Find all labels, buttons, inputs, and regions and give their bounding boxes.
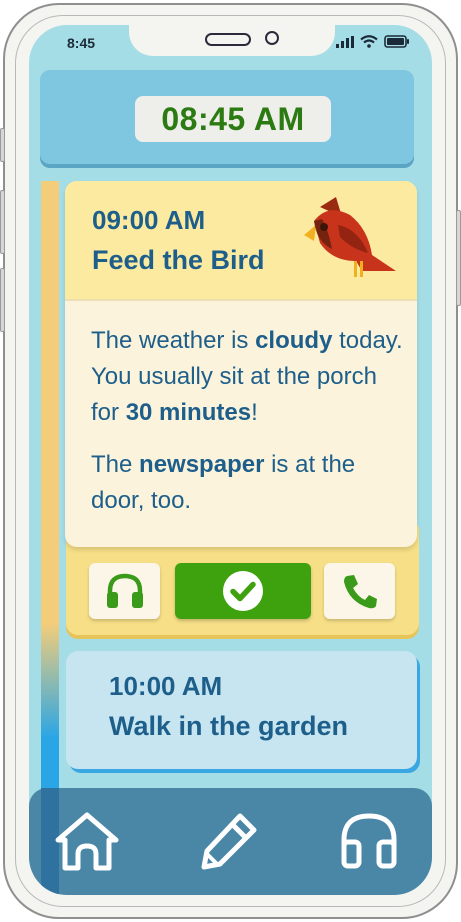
speaker-grille xyxy=(205,33,251,46)
mark-done-button[interactable] xyxy=(175,563,311,619)
home-icon xyxy=(55,812,119,871)
listen-button[interactable] xyxy=(89,563,160,619)
desc-highlight-weather: cloudy xyxy=(255,327,333,354)
nav-audio-button[interactable] xyxy=(329,806,409,876)
description-paragraph-2: The newspaper is at the door, too. xyxy=(91,447,406,519)
bottom-nav xyxy=(29,788,432,895)
check-circle-icon xyxy=(223,571,263,611)
phone-icon xyxy=(343,575,377,609)
clock-panel: 08:45 AM xyxy=(40,70,414,164)
nav-home-button[interactable] xyxy=(47,806,127,876)
front-camera xyxy=(265,31,279,45)
screen: 8:45 08:45 AM 09:00 AM Feed the Bird The… xyxy=(29,25,432,895)
cardinal-bird-icon xyxy=(304,197,396,277)
headphones-icon xyxy=(341,813,397,869)
side-button-volume-down xyxy=(0,268,5,332)
clock-display: 08:45 AM xyxy=(135,96,331,142)
desc-text: ! xyxy=(251,399,258,426)
clock-time: 08:45 AM xyxy=(161,100,305,137)
active-task-time: 09:00 AM xyxy=(92,205,206,235)
desc-text: The xyxy=(91,451,140,478)
status-time: 8:45 xyxy=(67,35,96,51)
active-task-card[interactable]: 09:00 AM Feed the Bird The weather is cl… xyxy=(65,181,417,547)
wifi-icon xyxy=(360,35,378,48)
next-task-time: 10:00 AM xyxy=(109,671,223,701)
next-task-card[interactable]: 10:00 AM Walk in the garden xyxy=(66,651,417,769)
status-icons xyxy=(336,35,410,48)
side-button-volume-up xyxy=(0,190,5,254)
active-task-title: Feed the Bird xyxy=(92,245,265,275)
description-paragraph-1: The weather is cloudy today. You usually… xyxy=(91,323,406,431)
desc-text: The weather is xyxy=(91,327,256,354)
pencil-icon xyxy=(201,813,257,870)
call-button[interactable] xyxy=(324,563,395,619)
next-task-title: Walk in the garden xyxy=(109,711,349,741)
battery-icon xyxy=(384,35,409,48)
active-task-description: The weather is cloudy today. You usually… xyxy=(91,323,406,519)
side-button-power xyxy=(456,210,461,306)
active-task-header: 09:00 AM Feed the Bird xyxy=(65,181,417,301)
desc-highlight-duration: 30 minutes xyxy=(125,399,252,426)
desc-highlight-newspaper: newspaper xyxy=(139,451,265,478)
headphones-icon xyxy=(106,573,143,608)
side-button-mute xyxy=(0,128,5,162)
signal-icon xyxy=(336,35,354,48)
notch xyxy=(129,25,335,56)
nav-edit-button[interactable] xyxy=(189,806,269,876)
